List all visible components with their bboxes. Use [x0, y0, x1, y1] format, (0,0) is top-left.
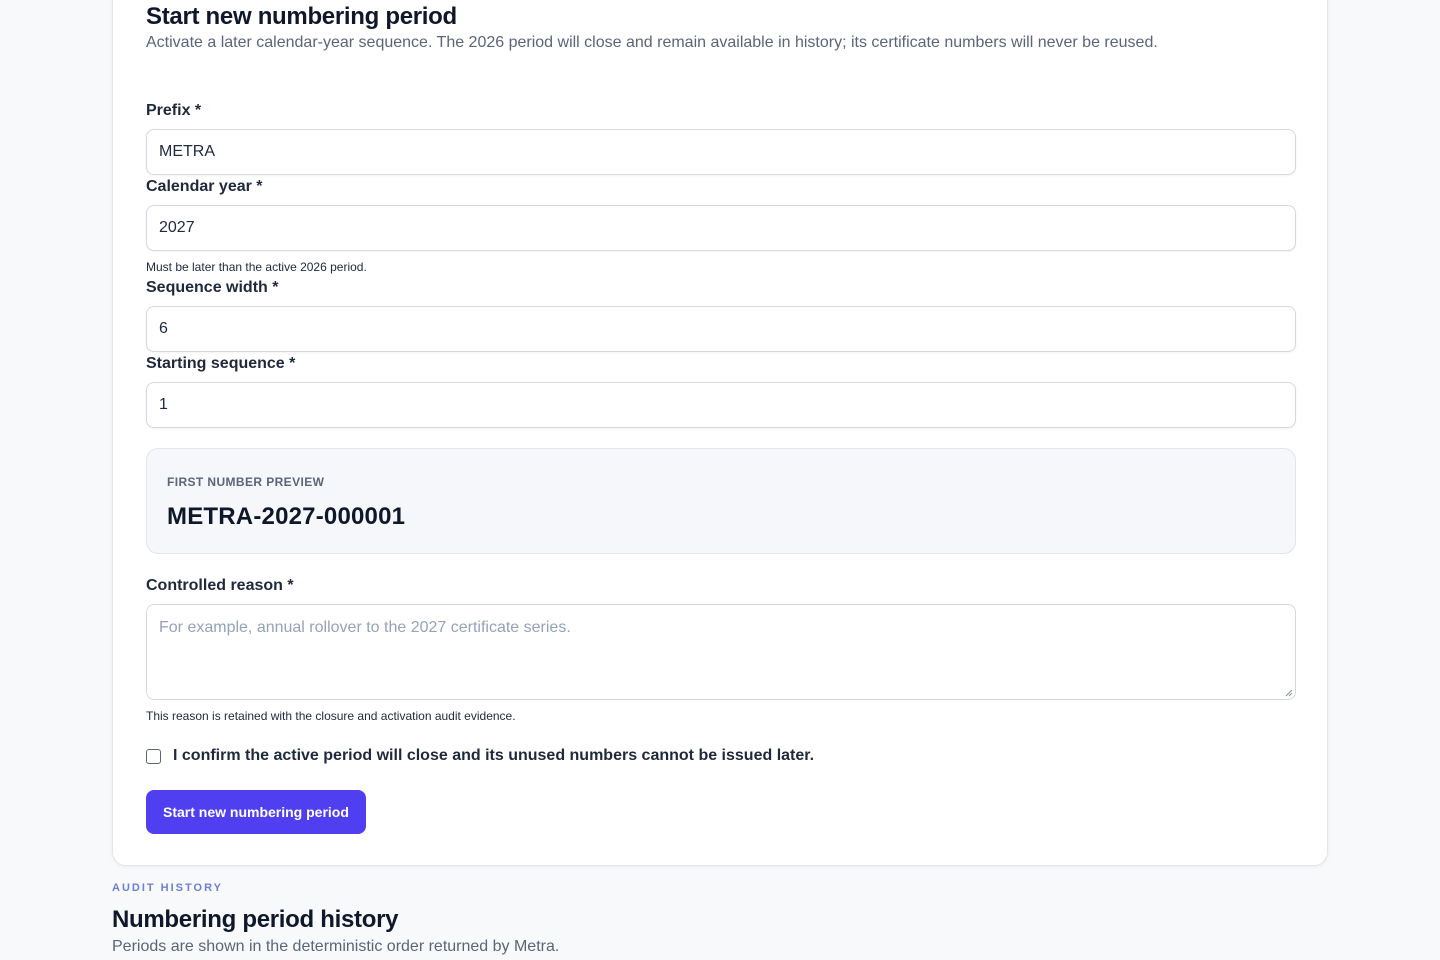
- prefix-input[interactable]: METRA: [146, 129, 1296, 175]
- history-description: Periods are shown in the deterministic o…: [112, 938, 560, 955]
- calendar-year-label: Calendar year *: [146, 178, 263, 195]
- reason-label: Controlled reason *: [146, 577, 294, 594]
- calendar-year-hint: Must be later than the active 2026 perio…: [146, 260, 367, 274]
- reason-placeholder: For example, annual rollover to the 2027…: [159, 619, 571, 636]
- history-eyebrow: AUDIT HISTORY: [112, 882, 223, 894]
- first-number-preview: FIRST NUMBER PREVIEW METRA-2027-000001: [146, 448, 1296, 554]
- start-period-card: Start new numbering period Activate a la…: [112, 0, 1328, 866]
- sequence-width-label: Sequence width *: [146, 279, 279, 296]
- confirm-checkbox[interactable]: [146, 748, 161, 764]
- confirm-row: I confirm the active period will close a…: [146, 747, 1296, 765]
- preview-value: METRA-2027-000001: [167, 503, 406, 530]
- resize-handle-icon[interactable]: [1285, 689, 1293, 697]
- form-title: Start new numbering period: [146, 3, 457, 30]
- starting-sequence-input[interactable]: 1: [146, 382, 1296, 428]
- reason-textarea[interactable]: For example, annual rollover to the 2027…: [146, 604, 1296, 700]
- reason-hint: This reason is retained with the closure…: [146, 709, 516, 723]
- form-description: Activate a later calendar-year sequence.…: [146, 34, 1158, 51]
- sequence-width-input[interactable]: 6: [146, 306, 1296, 352]
- starting-sequence-label: Starting sequence *: [146, 355, 296, 372]
- prefix-label: Prefix *: [146, 102, 202, 119]
- confirm-label[interactable]: I confirm the active period will close a…: [173, 747, 814, 765]
- calendar-year-input[interactable]: 2027: [146, 205, 1296, 251]
- preview-label: FIRST NUMBER PREVIEW: [167, 475, 325, 489]
- start-period-button[interactable]: Start new numbering period: [146, 790, 366, 834]
- history-title: Numbering period history: [112, 906, 399, 933]
